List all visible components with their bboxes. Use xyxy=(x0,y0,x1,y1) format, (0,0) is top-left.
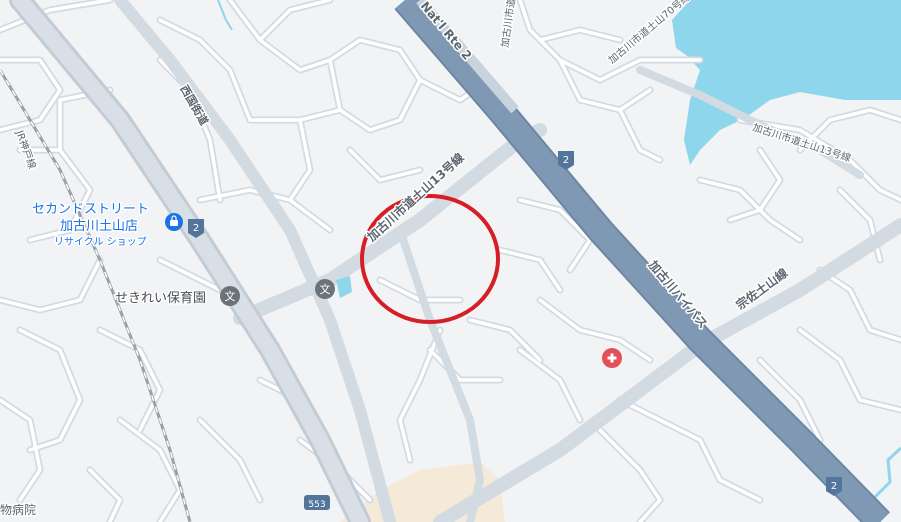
poi-second-street-sub: リサイクル ショップ xyxy=(54,236,147,248)
school-icon: 文 xyxy=(220,286,240,306)
route-shield-553-label: 553 xyxy=(308,500,325,510)
school-icon-2[interactable]: 文 xyxy=(315,279,335,299)
svg-text:文: 文 xyxy=(320,282,331,296)
map-view[interactable]: 2 2 2 553 Nat'l Rte 2 加古川市道土山13号線 加古川市道土… xyxy=(0,0,901,522)
poi-second-street-name-2: 加古川土山店 xyxy=(60,219,138,234)
shopping-bag-icon xyxy=(165,213,183,231)
map-canvas[interactable]: 2 2 2 553 Nat'l Rte 2 加古川市道土山13号線 加古川市道土… xyxy=(0,0,901,522)
route-shield-553[interactable]: 553 xyxy=(304,495,330,510)
animal-hospital-label: 物病院 xyxy=(0,502,36,517)
poi-seirei-nursery-name: せきれい保育園 xyxy=(115,290,206,306)
svg-text:文: 文 xyxy=(225,289,236,303)
route-shield-2-b-label: 2 xyxy=(193,223,199,234)
route-shield-2-c-label: 2 xyxy=(831,481,837,492)
route-shield-2-a-label: 2 xyxy=(563,155,569,166)
poi-second-street-name-1: セカンドストリート xyxy=(32,202,149,217)
hospital-icon[interactable] xyxy=(602,348,622,368)
